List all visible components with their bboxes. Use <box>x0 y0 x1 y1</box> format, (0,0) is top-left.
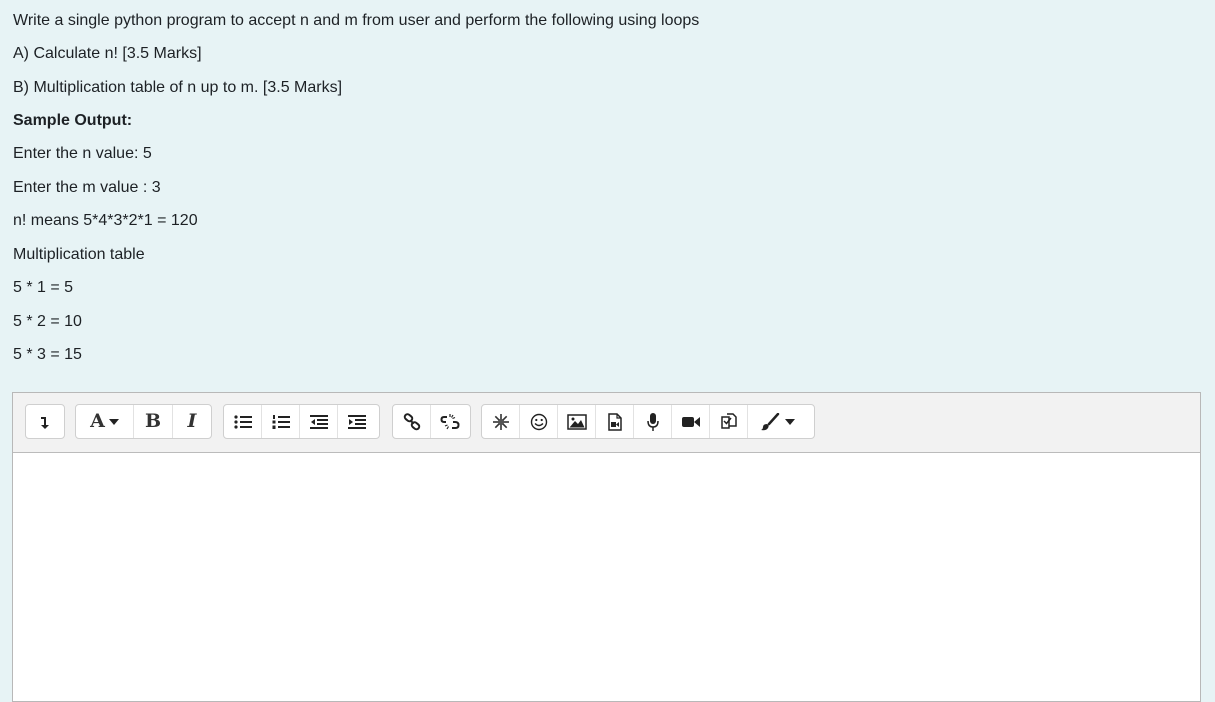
clear-formatting-button[interactable] <box>748 405 806 438</box>
outdent-button[interactable] <box>300 405 338 438</box>
indent-icon <box>348 414 366 429</box>
files-icon <box>720 412 737 429</box>
italic-button[interactable]: I <box>173 405 211 438</box>
question-line: B) Multiplication table of n up to m. [3… <box>13 79 343 96</box>
record-video-button[interactable] <box>672 405 710 438</box>
ordered-list-button[interactable] <box>262 405 300 438</box>
toolbar-group-insert <box>481 404 815 439</box>
image-icon <box>566 413 587 430</box>
arrow-down-icon <box>41 416 49 429</box>
bullet-list-icon <box>233 414 252 429</box>
toolbar-group-text: A B I <box>75 404 212 439</box>
question-line: 5 * 1 = 5 <box>13 279 74 296</box>
question-line: Enter the n value: 5 <box>13 145 152 162</box>
manage-files-button[interactable] <box>710 405 748 438</box>
italic-label: I <box>187 410 197 432</box>
chevron-down-icon <box>784 418 795 425</box>
video-camera-icon <box>681 416 700 427</box>
numbered-list-icon <box>272 414 290 429</box>
unlink-icon <box>440 413 460 429</box>
insert-image-button[interactable] <box>558 405 596 438</box>
smiley-icon <box>530 413 547 430</box>
microphone-icon <box>646 412 659 431</box>
font-style-label: A <box>90 410 105 432</box>
outdent-icon <box>309 414 328 429</box>
unlink-button[interactable] <box>431 405 469 438</box>
record-audio-button[interactable] <box>634 405 672 438</box>
link-button[interactable] <box>393 405 431 438</box>
toolbar-group-lists <box>223 404 380 439</box>
rich-text-editor: A B I <box>12 392 1201 702</box>
chevron-down-icon <box>108 418 119 425</box>
equation-icon <box>492 413 509 430</box>
question-line: A) Calculate n! [3.5 Marks] <box>13 45 202 62</box>
insert-media-button[interactable] <box>596 405 634 438</box>
emoji-button[interactable] <box>520 405 558 438</box>
media-file-icon <box>607 412 622 431</box>
question-line: n! means 5*4*3*2*1 = 120 <box>13 212 198 229</box>
toolbar-group-links <box>392 404 471 439</box>
unordered-list-button[interactable] <box>224 405 262 438</box>
bold-label: B <box>144 410 162 432</box>
equation-editor-button[interactable] <box>482 405 520 438</box>
question-line: 5 * 3 = 15 <box>13 346 82 363</box>
link-icon <box>403 412 420 430</box>
toolbar-group-more <box>25 404 65 439</box>
font-style-button[interactable]: A <box>76 405 134 438</box>
question-line: Write a single python program to accept … <box>13 12 700 29</box>
question-line: Multiplication table <box>13 246 145 263</box>
bold-button[interactable]: B <box>134 405 173 438</box>
editor-toolbar: A B I <box>13 393 1200 453</box>
indent-button[interactable] <box>338 405 376 438</box>
question-line: 5 * 2 = 10 <box>13 313 82 330</box>
question-line: Enter the m value : 3 <box>13 179 161 196</box>
paintbrush-icon <box>760 412 779 430</box>
show-more-buttons-button[interactable] <box>26 405 64 438</box>
sample-output-heading: Sample Output: <box>13 112 133 129</box>
editor-content-area[interactable] <box>13 453 1200 701</box>
